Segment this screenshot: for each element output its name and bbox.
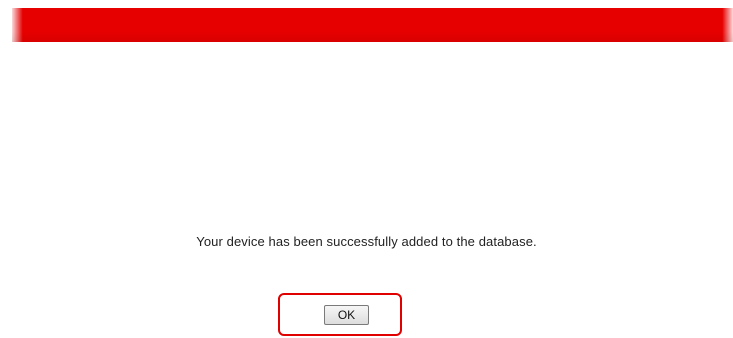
ok-button[interactable]: OK: [324, 305, 369, 325]
confirmation-page: Your device has been successfully added …: [0, 0, 733, 338]
success-message-text: Your device has been successfully added …: [196, 234, 537, 249]
header-bar: [12, 8, 733, 42]
success-message: Your device has been successfully added …: [0, 234, 733, 249]
